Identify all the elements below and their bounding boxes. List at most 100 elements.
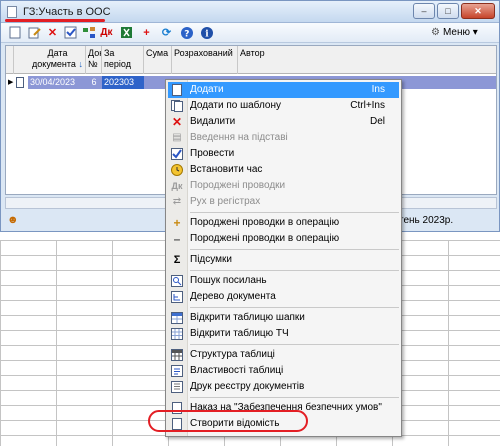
toolbar: ✕ Дк + ⟳ ? i ⚙ Меню ▾ — [1, 23, 499, 43]
menu-item-open-header-table[interactable]: Відкрити таблицю шапки — [168, 310, 399, 326]
svg-text:?: ? — [184, 30, 189, 40]
row-doc-icon — [14, 76, 24, 89]
menu-separator — [190, 212, 399, 213]
add-red-icon[interactable]: + — [139, 26, 154, 40]
row-marker: ▶ — [8, 79, 14, 86]
menu-item-add-by-template[interactable]: Додати по шаблону Ctrl+Ins — [168, 98, 399, 114]
user-icon: ☻ — [7, 214, 19, 226]
menu-item-open-tabular-table[interactable]: Відкрити таблицю ТЧ — [168, 326, 399, 342]
annotation-underline — [5, 19, 105, 22]
menu-item-label: Властивості таблиці — [190, 365, 284, 376]
menu-item-generated-entries[interactable]: Дк Породжені проводки — [168, 178, 399, 194]
table-header: Дата документа ↓ Док № За період Сума Ро… — [6, 46, 496, 74]
menu-item-delete[interactable]: ✕ Видалити Del — [168, 114, 399, 130]
menu-item-print-register[interactable]: Друк реєстру документів — [168, 379, 399, 395]
column-calculated[interactable]: Розрахований — [172, 46, 238, 74]
menu-item-label: Породжені проводки в операцію — [190, 233, 340, 244]
post-check-icon — [170, 148, 184, 160]
tabular-table-icon — [170, 328, 184, 340]
menu-item-add[interactable]: Додати Ins — [168, 82, 399, 98]
dk-icon: Дк — [171, 181, 183, 191]
menu-button[interactable]: ⚙ Меню ▾ — [431, 25, 493, 41]
structure-icon[interactable] — [81, 26, 96, 40]
info-icon[interactable]: i — [199, 26, 214, 40]
document-icon — [7, 6, 17, 18]
menu-item-based-on[interactable]: ▤ Введення на підставі — [168, 130, 399, 146]
menu-item-label: Додати по шаблону — [190, 100, 281, 111]
menu-separator — [190, 344, 399, 345]
minus-icon: – — [173, 232, 181, 246]
cell-period[interactable]: 202303 — [102, 76, 144, 89]
menu-item-label: Породжені проводки в операцію — [190, 217, 340, 228]
menu-item-label: Видалити — [190, 116, 236, 127]
excel-icon[interactable] — [119, 26, 134, 40]
registers-icon: ⇄ — [172, 196, 182, 207]
menu-separator — [190, 307, 399, 308]
status-text: тень 2023р. — [399, 215, 454, 226]
menu-item-label: Друк реєстру документів — [190, 381, 305, 392]
annotation-circle — [148, 410, 308, 432]
delete-icon[interactable]: ✕ — [45, 26, 60, 40]
menu-item-label: Відкрити таблицю шапки — [190, 312, 305, 323]
sort-az-icon[interactable]: ↓ — [78, 59, 83, 69]
table-structure-icon — [170, 349, 184, 361]
context-menu: Додати Ins Додати по шаблону Ctrl+Ins ✕ … — [165, 79, 402, 437]
column-sum[interactable]: Сума — [144, 46, 172, 74]
chevron-down-icon: ▾ — [472, 27, 478, 38]
column-period[interactable]: За період — [102, 46, 144, 74]
edit-icon[interactable] — [27, 26, 42, 40]
menu-separator — [190, 270, 399, 271]
menu-item-label: Відкрити таблицю ТЧ — [190, 328, 289, 339]
new-icon[interactable] — [7, 26, 22, 40]
menu-item-set-time[interactable]: Встановити час — [168, 162, 399, 178]
title-bar[interactable]: ГЗ:Участь в ООС – □ ✕ — [1, 1, 499, 23]
menu-item-label: Породжені проводки — [190, 180, 286, 191]
menu-item-label: Дерево документа — [190, 291, 276, 302]
menu-item-entries-to-operation-remove[interactable]: – Породжені проводки в операцію — [168, 231, 399, 247]
plus-icon: + — [173, 216, 181, 230]
menu-item-post[interactable]: Провести — [168, 146, 399, 162]
menu-item-table-properties[interactable]: Властивості таблиці — [168, 363, 399, 379]
menu-item-shortcut: Ctrl+Ins — [350, 100, 385, 111]
menu-item-label: Провести — [190, 148, 235, 159]
svg-text:i: i — [205, 30, 209, 40]
cell-doc-no[interactable]: 6 — [86, 76, 102, 89]
sigma-icon: Σ — [173, 254, 181, 266]
table-properties-icon — [170, 365, 184, 377]
cell-date[interactable]: 30/04/2023 — [28, 76, 86, 89]
menu-item-entries-to-operation-add[interactable]: + Породжені проводки в операцію — [168, 215, 399, 231]
maximize-button[interactable]: □ — [437, 3, 459, 19]
page-copy-icon — [170, 100, 184, 112]
gear-icon: ⚙ — [431, 27, 440, 38]
menu-item-shortcut: Del — [369, 116, 385, 127]
search-links-icon — [170, 275, 184, 287]
menu-item-document-tree[interactable]: Дерево документа — [168, 289, 399, 305]
menu-label: Меню — [442, 27, 470, 38]
tree-icon — [170, 291, 184, 303]
delete-x-icon: ✕ — [171, 115, 183, 129]
menu-separator — [190, 397, 399, 398]
menu-item-label: Пошук посилань — [190, 275, 267, 286]
menu-item-label: Рух в регістрах — [190, 196, 261, 207]
window-title: ГЗ:Участь в ООС — [23, 6, 111, 18]
header-table-icon — [170, 312, 184, 324]
menu-item-register-movement[interactable]: ⇄ Рух в регістрах — [168, 194, 399, 210]
menu-item-label: Встановити час — [190, 164, 263, 175]
menu-item-label: Додати — [190, 84, 224, 95]
column-doc-no[interactable]: Док № — [86, 46, 102, 74]
close-button[interactable]: ✕ — [461, 3, 495, 19]
based-on-icon: ▤ — [172, 132, 182, 143]
page-icon — [170, 84, 184, 96]
menu-item-totals[interactable]: Σ Підсумки — [168, 252, 399, 268]
post-icon[interactable] — [63, 26, 78, 40]
dk-icon[interactable]: Дк — [99, 26, 114, 40]
refresh-icon[interactable]: ⟳ — [159, 26, 174, 40]
minimize-button[interactable]: – — [413, 3, 435, 19]
column-author[interactable]: Автор — [238, 46, 496, 74]
column-date[interactable]: Дата документа ↓ — [14, 46, 86, 74]
menu-item-label: Підсумки — [190, 254, 232, 265]
menu-item-table-structure[interactable]: Структура таблиці — [168, 347, 399, 363]
menu-separator — [190, 249, 399, 250]
help-icon[interactable]: ? — [179, 26, 194, 40]
menu-item-find-references[interactable]: Пошук посилань — [168, 273, 399, 289]
